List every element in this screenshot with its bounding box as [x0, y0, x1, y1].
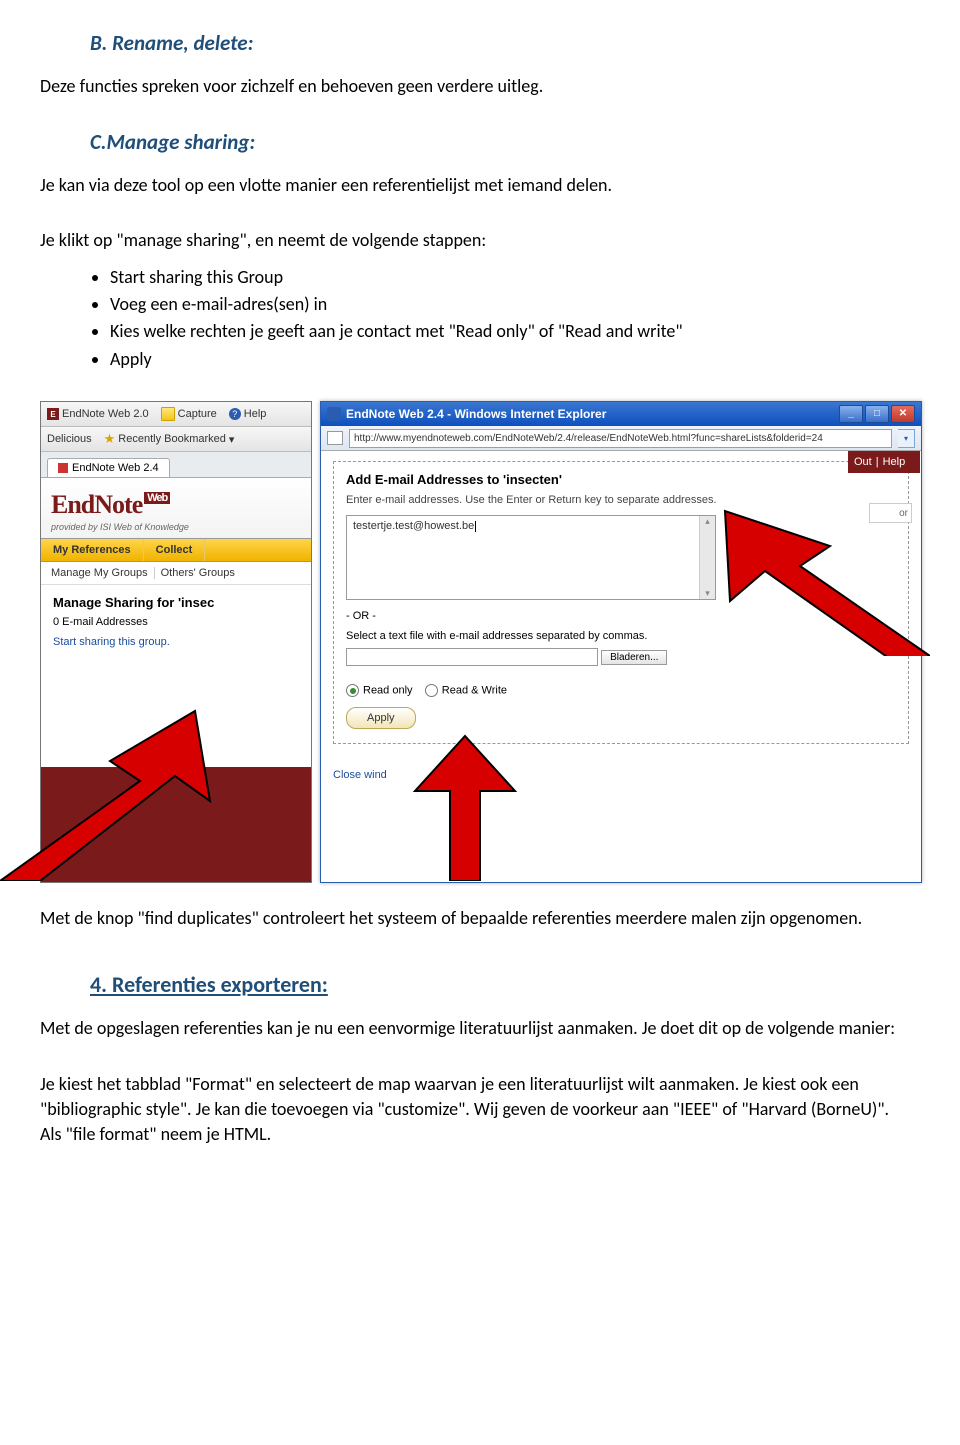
add-emails-panel: Add E-mail Addresses to 'insecten' Enter… — [333, 461, 909, 744]
radio-read-write-label: Read & Write — [442, 685, 507, 697]
content-heading: Manage Sharing for 'insec — [53, 595, 299, 610]
screenshot-figure: EEndNote Web 2.0 Capture ?Help Delicious… — [40, 401, 920, 881]
section-title-b: B. Rename, delete: — [90, 30, 900, 56]
address-bar: http://www.myendnoteweb.com/EndNoteWeb/2… — [321, 426, 921, 451]
section-title-c: C.Manage sharing: — [90, 129, 900, 155]
out-help-strip: Out | Help — [848, 451, 920, 473]
popup-body: Add E-mail Addresses to 'insecten' Enter… — [321, 451, 921, 883]
endnote-logo-area: EndNoteWeb provided by ISI Web of Knowle… — [41, 478, 311, 539]
nav-collect[interactable]: Collect — [144, 539, 206, 561]
browser-window-left: EEndNote Web 2.0 Capture ?Help Delicious… — [40, 401, 312, 883]
capture-button[interactable]: Capture — [161, 407, 217, 421]
close-window-link[interactable]: Close wind — [333, 769, 909, 781]
star-icon: ★ — [104, 431, 116, 447]
brand-subtitle: provided by ISI Web of Knowledge — [51, 522, 301, 532]
radio-read-write[interactable] — [425, 684, 438, 697]
email-textarea[interactable]: testertje.test@howest.be ▴▾ — [346, 515, 716, 600]
titlebar: EndNote Web 2.4 - Windows Internet Explo… — [321, 402, 921, 426]
bullet-item: Start sharing this Group — [110, 266, 900, 289]
file-path-input[interactable] — [346, 648, 598, 666]
toolbar-row-2: Delicious ★Recently Bookmarked ▾ — [41, 427, 311, 452]
para-c-intro: Je kan via deze tool op een vlotte manie… — [40, 173, 900, 198]
web-badge: Web — [144, 492, 170, 504]
main-nav: My References Collect — [41, 539, 311, 562]
favicon-icon — [58, 463, 68, 473]
email-count: 0 E-mail Addresses — [53, 616, 299, 628]
after-shot-para: Met de knop "find duplicates" controleer… — [40, 906, 900, 931]
section4-para1: Met de opgeslagen referenties kan je nu … — [40, 1016, 900, 1041]
para-b: Deze functies spreken voor zichzelf en b… — [40, 74, 900, 99]
endnote-brand: EndNoteWeb — [51, 490, 142, 520]
subnav-manage-groups[interactable]: Manage My Groups — [51, 567, 155, 579]
popup-window: EndNote Web 2.4 - Windows Internet Explo… — [320, 401, 922, 883]
section-title-4: 4. Referenties exporteren: — [90, 971, 900, 998]
delicious-button[interactable]: Delicious — [47, 433, 92, 445]
capture-icon — [161, 407, 175, 421]
toolbar-row-1: EEndNote Web 2.0 Capture ?Help — [41, 402, 311, 427]
window-title: EndNote Web 2.4 - Windows Internet Explo… — [346, 407, 606, 421]
nav-my-references[interactable]: My References — [41, 539, 144, 561]
textarea-scrollbar[interactable]: ▴▾ — [699, 516, 715, 599]
start-sharing-link[interactable]: Start sharing this group. — [53, 636, 299, 648]
minimize-button[interactable]: _ — [839, 405, 863, 423]
bullet-item: Voeg een e-mail-adres(sen) in — [110, 293, 900, 316]
para-c-intro2: Je klikt op "manage sharing", en neemt d… — [40, 228, 900, 253]
radio-read-only-label: Read only — [363, 685, 413, 697]
help-button[interactable]: ?Help — [229, 408, 267, 420]
url-dropdown[interactable]: ▾ — [898, 429, 915, 448]
page-icon — [327, 431, 343, 445]
radio-read-only[interactable] — [346, 684, 359, 697]
or-input-fragment: or — [869, 503, 912, 523]
endnote-icon: E — [47, 408, 59, 420]
permissions-row: Read only Read & Write — [346, 684, 896, 697]
file-select-label: Select a text file with e-mail addresses… — [346, 630, 896, 642]
tab-strip: EndNote Web 2.4 — [41, 452, 311, 478]
apply-button[interactable]: Apply — [346, 707, 416, 729]
ie-icon — [327, 407, 341, 421]
url-field[interactable]: http://www.myendnoteweb.com/EndNoteWeb/2… — [349, 429, 892, 448]
content-panel: Manage Sharing for 'insec 0 E-mail Addre… — [41, 585, 311, 666]
browser-tab[interactable]: EndNote Web 2.4 — [47, 458, 170, 477]
bullet-list: Start sharing this Group Voeg een e-mail… — [110, 266, 900, 372]
sub-nav: Manage My Groups Others' Groups — [41, 562, 311, 585]
bullet-item: Apply — [110, 348, 900, 371]
maximize-button[interactable]: □ — [865, 405, 889, 423]
browse-button[interactable]: Bladeren... — [601, 650, 667, 665]
close-button[interactable]: ✕ — [891, 405, 915, 423]
help-icon: ? — [229, 408, 241, 420]
recently-bookmarked[interactable]: ★Recently Bookmarked ▾ — [104, 431, 235, 447]
section4-para2: Je kiest het tabblad "Format" en selecte… — [40, 1072, 900, 1148]
app-label: EEndNote Web 2.0 — [47, 408, 149, 420]
or-separator: - OR - — [346, 610, 896, 622]
footer-band — [41, 767, 311, 882]
panel-description: Enter e-mail addresses. Use the Enter or… — [346, 493, 896, 507]
bullet-item: Kies welke rechten je geeft aan je conta… — [110, 320, 900, 343]
panel-heading: Add E-mail Addresses to 'insecten' — [346, 472, 896, 487]
subnav-others-groups[interactable]: Others' Groups — [161, 567, 241, 579]
